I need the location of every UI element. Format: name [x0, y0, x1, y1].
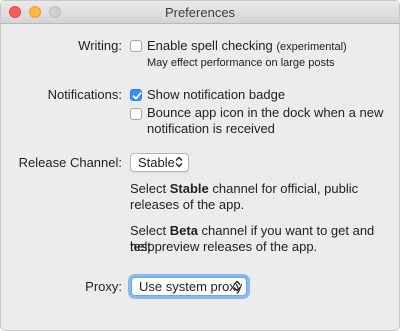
chevron-updown-icon	[233, 280, 241, 292]
release-channel-select[interactable]: Stable	[130, 153, 189, 172]
spellcheck-option[interactable]: Enable spell checking (experimental)	[147, 38, 347, 55]
window-title: Preferences	[164, 5, 236, 20]
spellcheck-checkbox[interactable]	[130, 40, 142, 52]
release-channel-value: Stable	[138, 155, 175, 170]
bounce-icon-checkbox[interactable]	[130, 108, 142, 120]
bounce-icon-label-line1[interactable]: Bounce app icon in the dock when a new	[147, 105, 383, 121]
spellcheck-hint: May effect performance on large posts	[147, 57, 335, 69]
notifications-label: Notifications:	[47, 87, 122, 102]
chevron-updown-icon	[175, 156, 183, 168]
checkmark-icon	[132, 92, 142, 100]
stable-description-line2: releases of the app.	[130, 197, 245, 212]
notification-badge-label[interactable]: Show notification badge	[147, 87, 285, 103]
beta-description-line2: test preview releases of the app.	[130, 239, 318, 254]
notification-badge-checkbox[interactable]	[130, 89, 142, 101]
proxy-select[interactable]: Use system proxy	[131, 277, 247, 296]
preferences-window: Preferences Writing: Enable spell checki…	[0, 0, 400, 331]
spellcheck-note: (experimental)	[276, 41, 347, 53]
proxy-label: Proxy:	[85, 279, 122, 294]
proxy-value: Use system proxy	[139, 279, 243, 294]
title-bar: Preferences	[1, 1, 399, 24]
writing-label: Writing:	[78, 38, 122, 53]
release-channel-label: Release Channel:	[18, 155, 122, 170]
spellcheck-label: Enable spell checking	[147, 38, 273, 53]
bounce-icon-label-line2[interactable]: notification is received	[147, 121, 275, 137]
stable-description-line1: Select Stable channel for official, publ…	[130, 181, 359, 196]
